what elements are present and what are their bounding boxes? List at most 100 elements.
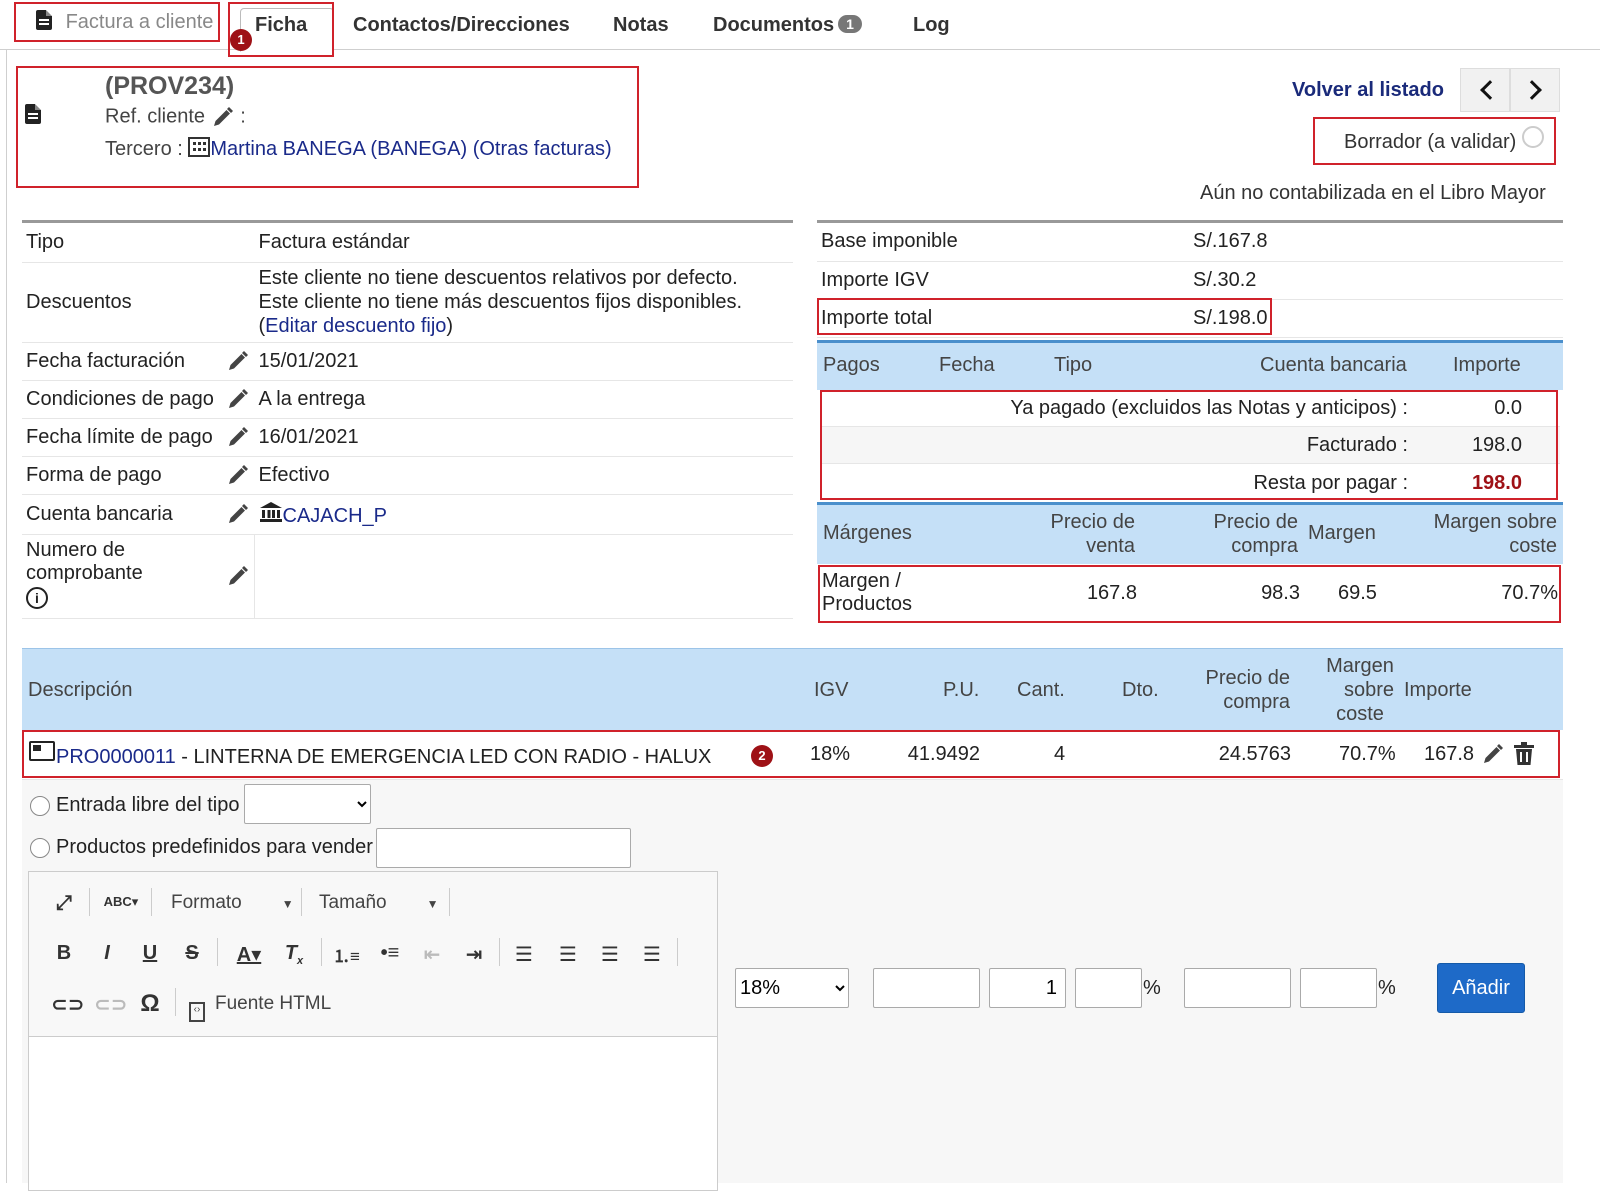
quantity-input[interactable]	[989, 968, 1066, 1008]
dropdown-arrow-icon: ▼	[426, 897, 439, 911]
fecha-label: Fecha facturación	[22, 342, 222, 381]
toolbar-separator	[89, 888, 90, 916]
unit-price-input[interactable]	[873, 968, 980, 1008]
info-icon[interactable]: i	[26, 586, 48, 609]
base-value: S/.167.8	[1189, 223, 1563, 262]
header-line: venta	[1086, 535, 1135, 557]
previous-button[interactable]	[1460, 68, 1510, 112]
row-label-line: Productos	[822, 593, 913, 615]
special-char-icon[interactable]: Ω	[137, 990, 163, 1018]
table-row: PRO0000011 - LINTERNA DE EMERGENCIA LED …	[22, 730, 1563, 780]
underline-icon[interactable]: U	[137, 942, 163, 965]
tab-label: Documentos	[713, 14, 835, 36]
free-entry-radio[interactable]	[30, 796, 50, 816]
tab-log[interactable]: Log	[913, 14, 950, 37]
payments-col-tipo: Tipo	[1054, 354, 1093, 376]
lines-col-desc: Descripción	[28, 679, 133, 701]
bullet-list-icon[interactable]: •≡	[377, 942, 403, 965]
line-importe: 167.8	[1424, 743, 1475, 765]
discount-input[interactable]	[1075, 968, 1142, 1008]
margin-input[interactable]	[1300, 968, 1377, 1008]
product-link[interactable]: PRO0000011	[56, 746, 176, 768]
html-source-button[interactable]: ‹› Fuente HTML	[189, 993, 331, 1022]
pencil-icon[interactable]	[226, 425, 250, 449]
predefined-product-input[interactable]	[376, 828, 631, 868]
indent-icon[interactable]: ⇥	[461, 942, 487, 967]
pencil-icon[interactable]	[226, 564, 250, 588]
line-description: PRO0000011 - LINTERNA DE EMERGENCIA LED …	[56, 746, 711, 769]
align-right-icon[interactable]: ☰	[597, 942, 623, 967]
format-dropdown[interactable]: Formato ▼	[171, 892, 294, 914]
spellcheck-icon[interactable]: ABC▾	[101, 894, 141, 910]
html-source-label: Fuente HTML	[215, 993, 332, 1014]
vat-rate-select[interactable]: 18%	[735, 968, 849, 1008]
tab-documentos[interactable]: Documentos 1	[713, 14, 862, 37]
italic-icon[interactable]: I	[94, 942, 120, 965]
tab-notas[interactable]: Notas	[613, 14, 669, 37]
paid-value: 0.0	[1494, 397, 1522, 419]
strikethrough-icon[interactable]: S	[179, 942, 205, 965]
margins-col-margen: Margen	[1308, 522, 1376, 544]
lines-col-pc: Precio de compra	[1170, 666, 1291, 714]
discount-percent-sign: %	[1143, 977, 1161, 999]
next-button[interactable]	[1510, 68, 1560, 112]
remaining-value: 198.0	[1471, 472, 1522, 494]
igv-label: Importe IGV	[817, 261, 1189, 300]
pencil-icon[interactable]	[226, 463, 250, 487]
rich-text-editor: ⤢ ABC▾ Formato ▼ Tamaño ▼ B I U S A▾ Tx ⒈≡…	[28, 871, 718, 1191]
size-dropdown[interactable]: Tamaño ▼	[319, 892, 439, 914]
remove-format-icon[interactable]: Tx	[281, 942, 307, 967]
ref-cliente-row: Ref. cliente :	[105, 105, 246, 129]
pencil-icon[interactable]	[226, 502, 250, 526]
outdent-icon[interactable]: ⇤	[419, 942, 445, 967]
text-color-icon[interactable]: A▾	[229, 942, 269, 967]
maximize-icon[interactable]: ⤢	[51, 892, 77, 915]
invoice-icon	[25, 104, 41, 124]
buy-price-input[interactable]	[1184, 968, 1291, 1008]
margin-percent-sign: %	[1378, 977, 1396, 999]
tercero-row: Tercero : Martina BANEGA (BANEGA) (Otras…	[105, 137, 612, 161]
tab-ficha[interactable]: Ficha	[255, 14, 307, 37]
edit-line-pencil-icon[interactable]	[1481, 742, 1505, 766]
otras-facturas-link[interactable]: (Otras facturas)	[473, 138, 612, 160]
margin-margen: 69.5	[1338, 582, 1377, 604]
ledger-note: Aún no contabilizada en el Libro Mayor	[1200, 182, 1546, 204]
forma-pago-label: Forma de pago	[22, 456, 222, 495]
header-line: coste	[1336, 703, 1384, 725]
free-entry-label: Entrada libre del tipo	[56, 794, 240, 816]
cuenta-link[interactable]: CAJACH_P	[283, 505, 387, 527]
numbered-list-icon[interactable]: ⒈≡	[333, 942, 360, 967]
margin-pc: 98.3	[1261, 582, 1300, 604]
justify-icon[interactable]: ☰	[639, 942, 665, 967]
tab-contactos[interactable]: Contactos/Direcciones	[353, 14, 570, 37]
fecha-limite-value: 16/01/2021	[254, 418, 793, 457]
total-value: S/.198.0	[1189, 299, 1563, 338]
volver-listado-link[interactable]: Volver al listado	[1292, 79, 1444, 102]
toolbar-separator	[151, 888, 152, 916]
unlink-icon[interactable]: ⊂⊃	[94, 992, 128, 1017]
pencil-icon[interactable]	[226, 387, 250, 411]
tab-factura-cliente[interactable]: Factura a cliente	[36, 10, 213, 34]
trash-icon[interactable]	[1513, 742, 1535, 766]
editor-content-area[interactable]	[29, 1038, 717, 1188]
predefined-radio[interactable]	[30, 838, 50, 858]
align-left-icon[interactable]: ☰	[511, 942, 537, 967]
chevron-right-icon	[1522, 80, 1542, 100]
forma-pago-value: Efectivo	[254, 456, 793, 495]
document-icon	[36, 10, 52, 30]
align-center-icon[interactable]: ☰	[555, 942, 581, 967]
product-icon	[29, 741, 55, 761]
free-entry-type-select[interactable]	[244, 784, 371, 824]
add-line-button[interactable]: Añadir	[1437, 963, 1525, 1013]
margins-col-pc: Precio de compra	[1160, 510, 1299, 558]
header-line: Precio de	[1213, 511, 1299, 533]
predefined-label: Productos predefinidos para vender	[56, 836, 373, 858]
header-line: Margen	[1326, 655, 1394, 677]
link-icon[interactable]: ⊂⊃	[51, 992, 85, 1017]
pencil-icon[interactable]	[211, 105, 235, 129]
tercero-link[interactable]: Martina BANEGA (BANEGA)	[210, 138, 467, 160]
editar-descuento-link[interactable]: Editar descuento fijo	[265, 315, 446, 337]
header-line: coste	[1509, 535, 1557, 557]
pencil-icon[interactable]	[226, 349, 250, 373]
bold-icon[interactable]: B	[51, 942, 77, 965]
